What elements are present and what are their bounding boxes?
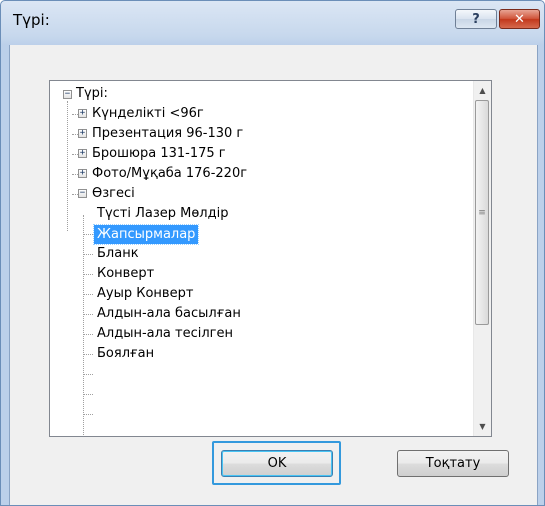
tree-viewport: − Түрі: + Күнделікті <96г + Презентация … [50, 81, 474, 436]
tree-root-label[interactable]: Түрі: [76, 84, 108, 104]
tree-item-paper-type[interactable]: Алдын-ала тесілген [97, 324, 233, 344]
help-button[interactable]: ? [455, 9, 497, 29]
tree-connector [83, 334, 93, 335]
paper-type-tree[interactable]: − Түрі: + Күнделікті <96г + Презентация … [49, 80, 492, 437]
tree-item-paper-type[interactable]: Түсті Лазер Мөлдір [97, 204, 228, 224]
tree-item-paper-type[interactable]: Бланк [97, 244, 139, 264]
tree-item-category[interactable]: Фото/Мұқаба 176-220г [92, 164, 247, 184]
tree-connector [83, 234, 93, 235]
expand-icon[interactable]: + [78, 149, 87, 158]
tree-item-paper-type[interactable]: Алдын-ала басылған [97, 304, 241, 324]
tree-item-category[interactable]: Брошюра 131-175 г [92, 144, 226, 164]
expand-icon[interactable]: + [78, 129, 87, 138]
tree-item-category[interactable]: Презентация 96-130 г [92, 124, 243, 144]
cancel-button[interactable]: Тоқтату [397, 450, 509, 477]
scrollbar-thumb[interactable]: ≡ [475, 100, 489, 325]
collapse-icon[interactable]: − [63, 90, 72, 99]
question-icon: ? [472, 11, 480, 27]
ok-button[interactable]: OK [221, 450, 333, 477]
vertical-scrollbar[interactable]: ▲ ≡ ▼ [473, 81, 491, 436]
tree-connector [83, 294, 93, 295]
close-icon: ✕ [514, 11, 525, 27]
scroll-down-icon[interactable]: ▼ [474, 418, 491, 435]
expand-icon[interactable]: + [78, 109, 87, 118]
grip-icon: ≡ [478, 207, 486, 218]
tree-connector [83, 374, 93, 375]
tree-connector [83, 414, 93, 415]
title-bar: Түрі: ? ✕ [1, 1, 544, 45]
tree-item-selected[interactable]: Жапсырмалар [92, 224, 200, 245]
tree-connector [83, 274, 93, 275]
tree-connector [67, 101, 68, 231]
expand-icon[interactable]: + [78, 169, 87, 178]
tree-item-category[interactable]: Өзгесі [92, 184, 135, 204]
tree-connector [83, 354, 93, 355]
tree-connector [83, 215, 84, 436]
tree-item-paper-type[interactable]: Конверт [97, 264, 154, 284]
tree-item-paper-type[interactable]: Ауыр Конверт [97, 284, 193, 304]
dialog-title: Түрі: [13, 11, 50, 29]
tree-item-paper-type[interactable]: Боялған [97, 344, 154, 364]
tree-connector [83, 254, 93, 255]
close-button[interactable]: ✕ [499, 9, 540, 29]
collapse-icon[interactable]: − [78, 189, 87, 198]
scroll-up-icon[interactable]: ▲ [474, 82, 491, 99]
tree-connector [83, 314, 93, 315]
tree-connector [83, 394, 93, 395]
tree-item-category[interactable]: Күнделікті <96г [92, 104, 204, 124]
